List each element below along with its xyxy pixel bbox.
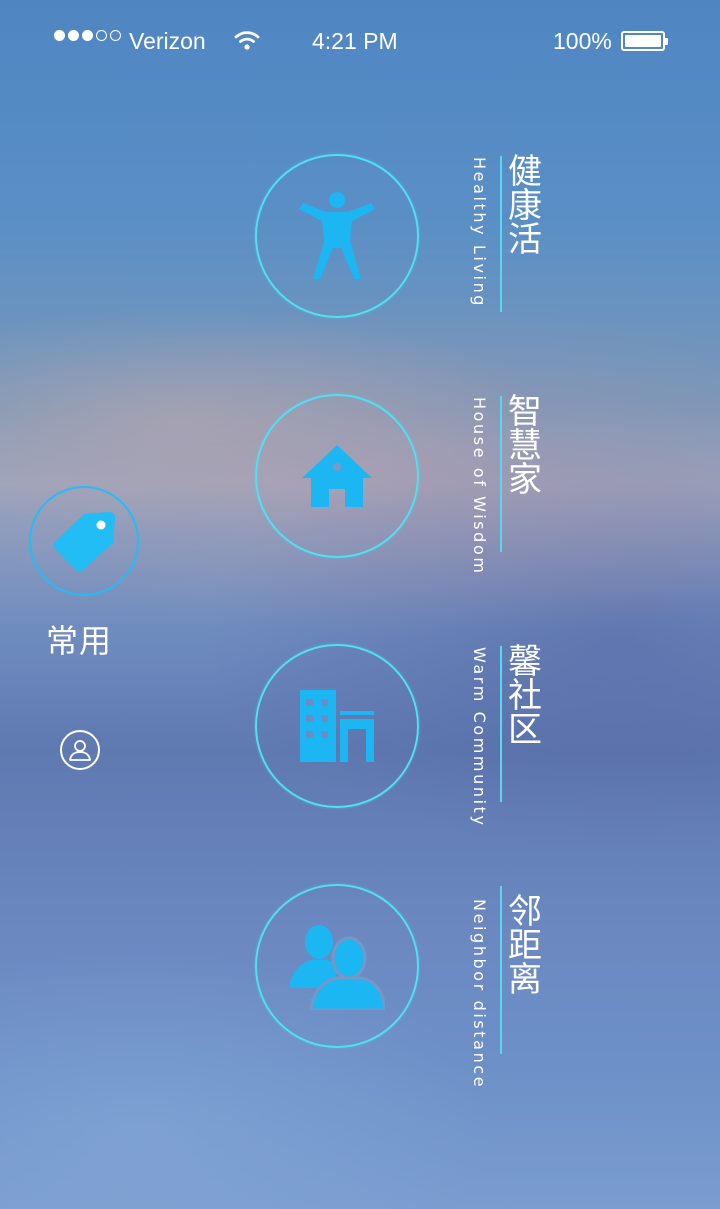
- house-of-wisdom-title: 智慧家: [508, 392, 542, 500]
- healthy-living-button[interactable]: [255, 154, 419, 318]
- profile-button[interactable]: [60, 730, 100, 770]
- tag-icon: [53, 512, 115, 572]
- carrier-name: Verizon: [129, 28, 206, 54]
- user-icon: [69, 740, 91, 761]
- buildings-icon: [300, 690, 374, 762]
- neighbor-distance-title: 邻距离: [508, 892, 542, 1000]
- divider-line: [500, 886, 502, 1054]
- divider-line: [500, 646, 502, 802]
- wifi-icon: [234, 31, 260, 50]
- favorites-button[interactable]: [29, 486, 139, 596]
- warm-community-button[interactable]: [255, 644, 419, 808]
- neighbor-distance-subtitle: Neighbor distance: [470, 899, 489, 1090]
- house-of-wisdom-button[interactable]: [255, 394, 419, 558]
- home-icon: [302, 445, 372, 507]
- person-arms-up-icon: [299, 192, 375, 279]
- neighbor-distance-button[interactable]: [255, 884, 419, 1048]
- warm-community-subtitle: Warm Community: [470, 647, 489, 828]
- healthy-living-subtitle: Healthy Living: [470, 157, 489, 309]
- favorites-label: 常用: [46, 622, 113, 660]
- status-bar: Verizon 4:21 PM 100%: [0, 0, 720, 84]
- divider-line: [500, 156, 502, 312]
- clock: 4:21 PM: [312, 28, 398, 54]
- signal-strength-icon: [54, 30, 121, 41]
- divider-line: [500, 396, 502, 552]
- warm-community-title: 馨社区: [508, 642, 542, 750]
- healthy-living-title: 健康活: [508, 152, 542, 260]
- users-icon: [289, 925, 385, 1010]
- battery-icon: [621, 31, 668, 51]
- house-of-wisdom-subtitle: House of Wisdom: [470, 397, 489, 576]
- battery-percent: 100%: [553, 28, 612, 54]
